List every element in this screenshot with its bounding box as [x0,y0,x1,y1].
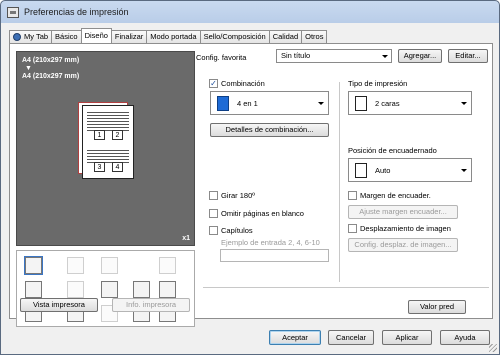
chevron-down-icon [382,55,388,58]
tab-my-tab[interactable]: My Tab [9,30,53,43]
printer-icon [7,6,19,18]
tab-label: Diseño [84,31,108,40]
tab-label: Finalizar [114,32,144,41]
tab-label: My Tab [24,32,49,41]
title-bar: Preferencias de impresión [1,1,499,23]
binding-margin-label: Margen de encuader. [360,191,431,200]
chevron-down-icon [318,102,324,105]
tab-finalizar[interactable]: Finalizar [110,30,148,43]
text-lines [87,112,129,132]
staple-icon[interactable] [67,257,84,274]
printer-info-button[interactable]: Info. impresora [112,298,190,312]
apply-button[interactable]: Aplicar [382,330,432,345]
tray-icon[interactable] [25,281,42,298]
adjust-binding-margin-button[interactable]: Ajuste margen encuader... [348,205,458,219]
binding-position-value: Auto [375,166,391,175]
security-icon[interactable] [159,281,176,298]
binding-left-icon [355,163,367,178]
skip-blank-pages-checkbox[interactable] [209,209,218,218]
favorite-config-select[interactable]: Sin título [276,49,392,63]
paper-size-original: A4 (210x297 mm) [22,57,80,64]
image-shift-label: Desplazamiento de imagen [360,224,451,233]
page-number: 2 [112,130,123,140]
print-preview: A4 (210x297 mm) ▼ A4 (210x297 mm) 1 2 3 … [16,51,195,246]
page-number: 3 [94,162,105,172]
combination-select[interactable]: 4 en 1 [210,91,329,115]
combine-pages-icon[interactable] [67,281,84,298]
tab-strip: My Tab Básico Diseño Finalizar Modo port… [9,28,328,43]
help-button[interactable]: Ayuda [440,330,490,345]
combination-label: Combinación [221,79,265,88]
function-icons-panel [16,250,195,327]
font-icon[interactable] [101,281,118,298]
copies-count: x1 [182,235,190,242]
page-preview-graphic: 1 2 3 4 [78,102,136,180]
favorite-config-label: Config. favorita [196,53,247,62]
edit-favorite-button[interactable]: Editar... [448,49,488,63]
tab-otros[interactable]: Otros [301,30,328,43]
tab-label: Otros [305,32,324,41]
window-title: Preferencias de impresión [24,7,129,17]
duplex-icon [355,96,367,111]
chapters-checkbox[interactable] [209,226,218,235]
printer-setup-icon[interactable] [24,256,43,275]
four-in-one-icon [217,96,229,111]
column-divider [339,82,340,282]
tab-label: Calidad [272,32,299,41]
rotate-180-checkbox[interactable] [209,191,218,200]
chapters-hint: Ejemplo de entrada 2, 4, 6-10 [221,238,320,247]
tab-label: Sello/Composición [203,32,266,41]
layout-tab-panel: A4 (210x297 mm) ▼ A4 (210x297 mm) 1 2 3 … [9,43,493,327]
section-divider [203,287,489,288]
print-preferences-window: Preferencias de impresión My Tab Básico … [0,0,500,355]
document-icon[interactable] [133,281,150,298]
chevron-down-icon [461,102,467,105]
page-number: 1 [94,130,105,140]
stamp-icon[interactable] [159,257,176,274]
page-number: 4 [112,162,123,172]
combination-details-button[interactable]: Detalles de combinación... [210,123,329,137]
print-type-value: 2 caras [375,99,400,108]
combination-checkbox[interactable]: ✓ [209,79,218,88]
rotate-180-label: Girar 180º [221,191,256,200]
chapters-label: Capítulos [221,226,253,235]
print-type-label: Tipo de impresión [348,79,408,88]
image-shift-config-button[interactable]: Config. desplaz. de imagen... [348,238,458,252]
paper-size-output: A4 (210x297 mm) [22,73,80,80]
add-favorite-button[interactable]: Agregar... [398,49,442,63]
tab-calidad[interactable]: Calidad [268,30,303,43]
accept-button[interactable]: Aceptar [269,330,321,345]
skip-blank-pages-label: Omitir páginas en blanco [221,209,304,218]
front-page: 1 2 3 4 [82,105,134,179]
user-icon [13,33,21,41]
tab-diseno[interactable]: Diseño [80,28,112,43]
binding-position-label: Posición de encuadernado [348,146,437,155]
image-shift-checkbox[interactable] [348,224,357,233]
tab-label: Básico [55,32,78,41]
default-values-button[interactable]: Valor pred [408,300,466,314]
binding-position-select[interactable]: Auto [348,158,472,182]
chapters-input[interactable] [220,249,329,262]
arrow-down-icon: ▼ [25,65,32,72]
cancel-button[interactable]: Cancelar [328,330,374,345]
resize-grip-icon[interactable] [489,344,497,352]
combination-value: 4 en 1 [237,99,258,108]
tab-sello-composicion[interactable]: Sello/Composición [199,30,270,43]
favorite-config-value: Sin título [281,51,311,60]
print-type-select[interactable]: 2 caras [348,91,472,115]
tab-label: Modo portada [150,32,197,41]
binding-margin-checkbox[interactable] [348,191,357,200]
copy-pages-icon[interactable] [101,257,118,274]
printer-view-button[interactable]: Vista impresora [20,298,98,312]
chevron-down-icon [461,169,467,172]
tab-basico[interactable]: Básico [51,30,82,43]
tab-modo-portada[interactable]: Modo portada [146,30,201,43]
